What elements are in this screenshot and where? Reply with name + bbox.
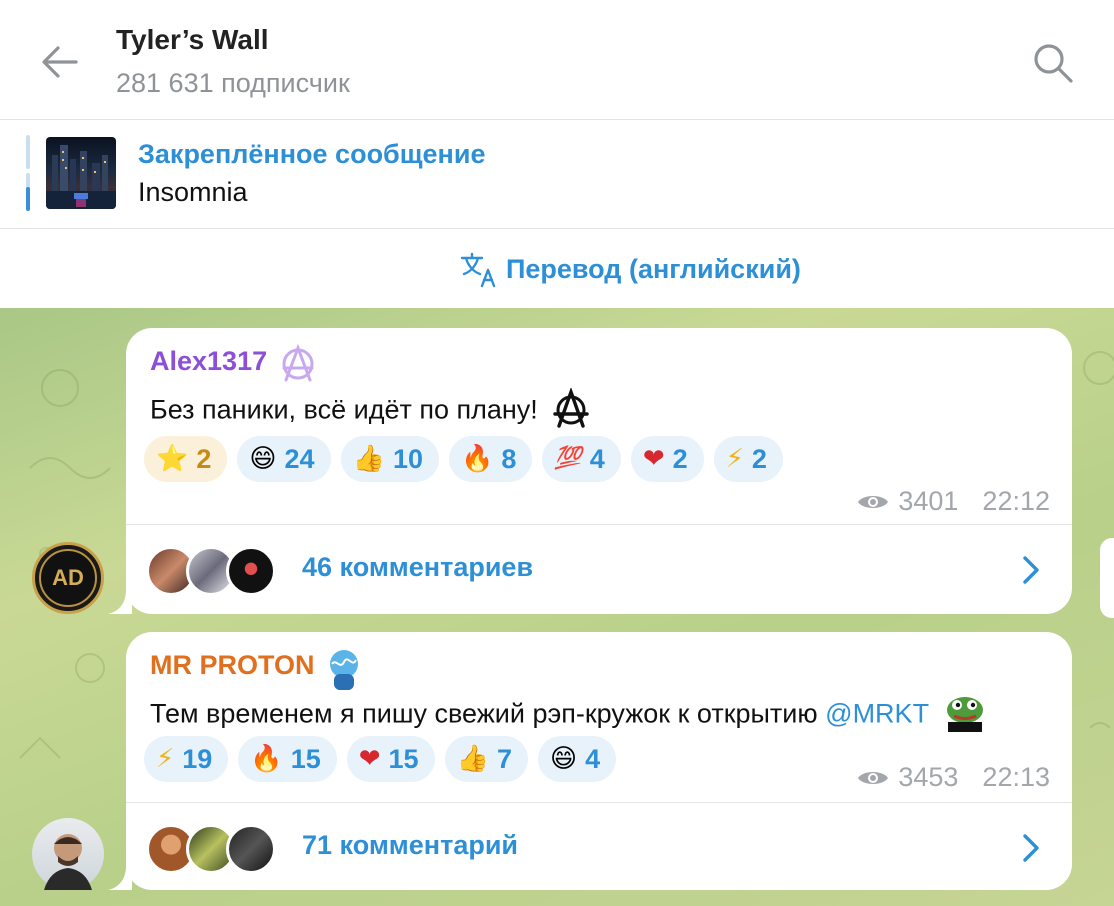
reaction-lightning[interactable]: ⚡ 19 xyxy=(144,736,229,782)
channel-title[interactable]: Tyler’s Wall xyxy=(116,24,269,56)
thumbs-up-icon: 👍 xyxy=(456,744,489,774)
pinned-label: Закреплённое сообщение xyxy=(138,139,486,169)
svg-text:AD: AD xyxy=(52,565,84,590)
post-text: Тем временем я пишу свежий рэп-кружок к … xyxy=(150,692,988,739)
view-count: 3401 xyxy=(898,486,959,516)
comments-button[interactable]: 71 комментарий xyxy=(126,804,1072,890)
reactions-row: ⭐ 2 😄 24 👍 10 🔥 8 💯 4 ❤ 2 ⚡ 2 xyxy=(144,436,783,482)
grin-icon: 😄 xyxy=(549,744,578,774)
reaction-heart-fire[interactable]: ❤ 15 xyxy=(346,736,435,782)
translate-bar[interactable]: Перевод (английский) xyxy=(0,230,1114,308)
anarchy-icon xyxy=(278,343,318,389)
reaction-lightning[interactable]: ⚡ 2 xyxy=(713,436,783,482)
search-icon[interactable] xyxy=(1030,40,1076,86)
reaction-star[interactable]: ⭐ 2 xyxy=(144,436,228,482)
pinned-message-bar[interactable]: Закреплённое сообщение Insomnia xyxy=(0,121,1114,229)
subscriber-count: 281 631 подписчик xyxy=(116,68,350,98)
comments-count: 46 комментариев xyxy=(302,552,534,582)
reaction-thumbs-up[interactable]: 👍 10 xyxy=(340,436,439,482)
lightning-icon: ⚡ xyxy=(156,744,175,774)
post-meta: 3401 22:12 xyxy=(856,486,1050,517)
reaction-grin[interactable]: 😄 4 xyxy=(537,736,617,782)
mention-link[interactable]: @MRKT xyxy=(825,699,928,729)
heart-on-fire-icon: ❤ xyxy=(642,444,665,474)
chevron-right-icon xyxy=(1023,556,1039,584)
comments-count: 71 комментарий xyxy=(302,830,519,860)
reactions-row: ⚡ 19 🔥 15 ❤ 15 👍 7 😄 4 xyxy=(144,736,617,782)
translate-label: Перевод (английский) xyxy=(506,254,801,284)
reaction-grin[interactable]: 😄 24 xyxy=(237,436,331,482)
chat-header: Tyler’s Wall 281 631 подписчик xyxy=(0,0,1114,120)
channel-post: Alex1317 Без паники, всё идёт по плану! … xyxy=(126,328,1072,614)
pinned-text: Insomnia xyxy=(138,177,248,207)
views-eye-icon xyxy=(858,495,889,508)
post-author[interactable]: Alex1317 xyxy=(150,346,267,377)
heart-on-fire-icon: ❤ xyxy=(358,744,381,774)
comments-button[interactable]: 46 комментариев xyxy=(126,526,1072,612)
channel-post: MR PROTON Тем временем я пишу свежий рэп… xyxy=(126,632,1072,890)
star-icon: ⭐ xyxy=(156,444,189,474)
reaction-thumbs-up[interactable]: 👍 7 xyxy=(444,736,528,782)
reaction-heart-fire[interactable]: ❤ 2 xyxy=(630,436,704,482)
back-arrow-icon[interactable] xyxy=(38,40,82,84)
pepe-emoji-icon xyxy=(942,692,988,739)
lightning-icon: ⚡ xyxy=(725,444,744,474)
chat-area: Alex1317 Без паники, всё идёт по плану! … xyxy=(0,308,1114,906)
commenter-avatars xyxy=(146,546,286,596)
avatar xyxy=(226,546,276,596)
pinned-thumbnail xyxy=(46,137,116,209)
view-count: 3453 xyxy=(898,762,959,792)
bubble-tail xyxy=(108,866,132,890)
next-message-edge xyxy=(1100,538,1114,618)
grin-icon: 😄 xyxy=(249,444,277,474)
reaction-fire[interactable]: 🔥 8 xyxy=(448,436,533,482)
pin-indicator xyxy=(26,135,30,169)
hundred-icon: 💯 xyxy=(554,446,582,471)
brain-emoji-icon xyxy=(322,644,366,697)
comments-divider xyxy=(126,802,1072,803)
fire-icon: 🔥 xyxy=(250,744,283,774)
comments-divider xyxy=(126,524,1072,525)
fire-icon: 🔥 xyxy=(460,444,494,474)
translate-icon xyxy=(460,252,500,288)
pin-indicator-active xyxy=(26,187,30,211)
chevron-right-icon xyxy=(1023,834,1039,862)
commenter-avatars xyxy=(146,824,286,874)
thumbs-up-icon: 👍 xyxy=(352,444,385,474)
bubble-tail xyxy=(108,590,132,614)
avatar-adropscoin[interactable]: AD xyxy=(32,542,104,614)
avatar xyxy=(226,824,276,874)
post-time: 22:12 xyxy=(982,486,1050,516)
views-eye-icon xyxy=(858,771,889,784)
avatar-mr-proton[interactable] xyxy=(32,818,104,890)
post-author[interactable]: MR PROTON xyxy=(150,650,315,681)
anarchy-emoji-icon xyxy=(551,386,591,435)
reaction-fire[interactable]: 🔥 15 xyxy=(238,736,337,782)
reaction-hundred[interactable]: 💯 4 xyxy=(542,436,621,482)
post-time: 22:13 xyxy=(982,762,1050,792)
post-meta: 3453 22:13 xyxy=(856,762,1050,793)
post-text: Без паники, всё идёт по плану! xyxy=(150,386,591,435)
